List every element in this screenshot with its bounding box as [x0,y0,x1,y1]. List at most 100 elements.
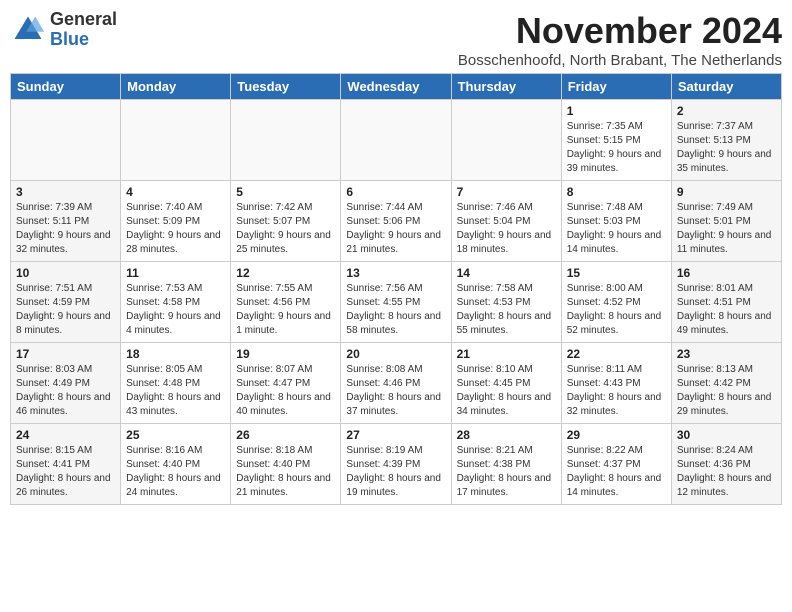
day-info: Sunrise: 8:11 AM Sunset: 4:43 PM Dayligh… [567,363,666,419]
day-info: Sunrise: 7:58 AM Sunset: 4:53 PM Dayligh… [457,282,556,338]
weekday-header-tuesday: Tuesday [231,74,341,100]
calendar-cell [11,100,121,181]
day-info: Sunrise: 7:48 AM Sunset: 5:03 PM Dayligh… [567,201,666,257]
day-number: 26 [236,428,335,442]
calendar-cell: 13Sunrise: 7:56 AM Sunset: 4:55 PM Dayli… [341,262,451,343]
calendar-cell [231,100,341,181]
logo-general: General [50,10,117,30]
day-info: Sunrise: 8:21 AM Sunset: 4:38 PM Dayligh… [457,444,556,500]
calendar-cell: 28 Sunrise: 8:21 AM Sunset: 4:38 PM Dayli… [451,424,561,505]
day-info: Sunrise: 7:42 AM Sunset: 5:07 PM Dayligh… [236,201,335,257]
day-number: 28 [457,428,556,442]
day-number: 17 [16,347,115,361]
day-info: Sunrise: 8:00 AM Sunset: 4:52 PM Dayligh… [567,282,666,338]
day-info: Sunrise: 7:40 AM Sunset: 5:09 PM Dayligh… [126,201,225,257]
day-number: 3 [16,185,115,199]
day-number: 20 [346,347,445,361]
calendar-cell: 5 Sunrise: 7:42 AM Sunset: 5:07 PM Daylig… [231,181,341,262]
calendar-cell: 18Sunrise: 8:05 AM Sunset: 4:48 PM Dayli… [121,343,231,424]
calendar-cell: 30 Sunrise: 8:24 AM Sunset: 4:36 PM Dayli… [671,424,781,505]
logo-blue: Blue [50,30,117,50]
day-number: 9 [677,185,776,199]
day-number: 1 [567,104,666,118]
calendar-week-row: 1 Sunrise: 7:35 AM Sunset: 5:15 PM Daylig… [11,100,782,181]
weekday-header-sunday: Sunday [11,74,121,100]
day-number: 14 [457,266,556,280]
location-subtitle: Bosschenhoofd, North Brabant, The Nether… [458,52,782,69]
calendar-cell: 19Sunrise: 8:07 AM Sunset: 4:47 PM Dayli… [231,343,341,424]
calendar-week-row: 10 Sunrise: 7:51 AM Sunset: 4:59 PM Dayli… [11,262,782,343]
logo: General Blue [10,10,117,50]
calendar-cell: 21Sunrise: 8:10 AM Sunset: 4:45 PM Dayli… [451,343,561,424]
calendar-cell: 24 Sunrise: 8:15 AM Sunset: 4:41 PM Dayli… [11,424,121,505]
day-info: Sunrise: 8:18 AM Sunset: 4:40 PM Dayligh… [236,444,335,500]
calendar-cell: 4 Sunrise: 7:40 AM Sunset: 5:09 PM Daylig… [121,181,231,262]
day-number: 11 [126,266,225,280]
day-number: 6 [346,185,445,199]
calendar-cell: 10 Sunrise: 7:51 AM Sunset: 4:59 PM Dayli… [11,262,121,343]
day-number: 4 [126,185,225,199]
day-number: 29 [567,428,666,442]
day-number: 21 [457,347,556,361]
day-number: 18 [126,347,225,361]
title-block: November 2024 Bosschenhoofd, North Braba… [458,10,782,69]
calendar-cell: 9 Sunrise: 7:49 AM Sunset: 5:01 PM Daylig… [671,181,781,262]
logo-text: General Blue [50,10,117,50]
calendar-cell: 29 Sunrise: 8:22 AM Sunset: 4:37 PM Dayli… [561,424,671,505]
day-number: 24 [16,428,115,442]
calendar-cell: 20 Sunrise: 8:08 AM Sunset: 4:46 PM Dayli… [341,343,451,424]
day-info: Sunrise: 8:22 AM Sunset: 4:37 PM Dayligh… [567,444,666,500]
day-info: Sunrise: 8:08 AM Sunset: 4:46 PM Dayligh… [346,363,445,419]
day-info: Sunrise: 8:13 AM Sunset: 4:42 PM Dayligh… [677,363,776,419]
calendar-cell: 8 Sunrise: 7:48 AM Sunset: 5:03 PM Daylig… [561,181,671,262]
calendar-cell: 11Sunrise: 7:53 AM Sunset: 4:58 PM Dayli… [121,262,231,343]
day-number: 27 [346,428,445,442]
page-header: General Blue November 2024 Bosschenhoofd… [10,10,782,69]
calendar-cell: 3Sunrise: 7:39 AM Sunset: 5:11 PM Daylig… [11,181,121,262]
day-info: Sunrise: 7:46 AM Sunset: 5:04 PM Dayligh… [457,201,556,257]
day-number: 7 [457,185,556,199]
weekday-header-friday: Friday [561,74,671,100]
day-info: Sunrise: 7:35 AM Sunset: 5:15 PM Dayligh… [567,120,666,176]
day-number: 22 [567,347,666,361]
day-info: Sunrise: 8:01 AM Sunset: 4:51 PM Dayligh… [677,282,776,338]
day-number: 5 [236,185,335,199]
day-number: 23 [677,347,776,361]
calendar-week-row: 17Sunrise: 8:03 AM Sunset: 4:49 PM Dayli… [11,343,782,424]
calendar-cell: 26 Sunrise: 8:18 AM Sunset: 4:40 PM Dayli… [231,424,341,505]
calendar-week-row: 24 Sunrise: 8:15 AM Sunset: 4:41 PM Dayli… [11,424,782,505]
day-info: Sunrise: 8:15 AM Sunset: 4:41 PM Dayligh… [16,444,115,500]
day-number: 10 [16,266,115,280]
calendar-cell: 1 Sunrise: 7:35 AM Sunset: 5:15 PM Daylig… [561,100,671,181]
calendar-cell: 17Sunrise: 8:03 AM Sunset: 4:49 PM Dayli… [11,343,121,424]
day-info: Sunrise: 8:24 AM Sunset: 4:36 PM Dayligh… [677,444,776,500]
month-title: November 2024 [458,10,782,52]
day-info: Sunrise: 7:37 AM Sunset: 5:13 PM Dayligh… [677,120,776,176]
day-info: Sunrise: 7:51 AM Sunset: 4:59 PM Dayligh… [16,282,115,338]
calendar-cell [121,100,231,181]
calendar-cell: 2 Sunrise: 7:37 AM Sunset: 5:13 PM Daylig… [671,100,781,181]
day-info: Sunrise: 7:49 AM Sunset: 5:01 PM Dayligh… [677,201,776,257]
calendar-cell [451,100,561,181]
calendar-week-row: 3Sunrise: 7:39 AM Sunset: 5:11 PM Daylig… [11,181,782,262]
day-number: 2 [677,104,776,118]
day-number: 30 [677,428,776,442]
calendar-cell [341,100,451,181]
day-number: 8 [567,185,666,199]
weekday-header-monday: Monday [121,74,231,100]
day-number: 25 [126,428,225,442]
weekday-header-row: SundayMondayTuesdayWednesdayThursdayFrid… [11,74,782,100]
calendar-cell: 27 Sunrise: 8:19 AM Sunset: 4:39 PM Dayli… [341,424,451,505]
weekday-header-saturday: Saturday [671,74,781,100]
weekday-header-thursday: Thursday [451,74,561,100]
day-info: Sunrise: 8:19 AM Sunset: 4:39 PM Dayligh… [346,444,445,500]
calendar-cell: 25Sunrise: 8:16 AM Sunset: 4:40 PM Dayli… [121,424,231,505]
calendar-cell: 22 Sunrise: 8:11 AM Sunset: 4:43 PM Dayli… [561,343,671,424]
calendar-table: SundayMondayTuesdayWednesdayThursdayFrid… [10,73,782,505]
calendar-cell: 12Sunrise: 7:55 AM Sunset: 4:56 PM Dayli… [231,262,341,343]
day-info: Sunrise: 7:56 AM Sunset: 4:55 PM Dayligh… [346,282,445,338]
calendar-cell: 7 Sunrise: 7:46 AM Sunset: 5:04 PM Daylig… [451,181,561,262]
weekday-header-wednesday: Wednesday [341,74,451,100]
day-number: 12 [236,266,335,280]
calendar-cell: 14 Sunrise: 7:58 AM Sunset: 4:53 PM Dayli… [451,262,561,343]
